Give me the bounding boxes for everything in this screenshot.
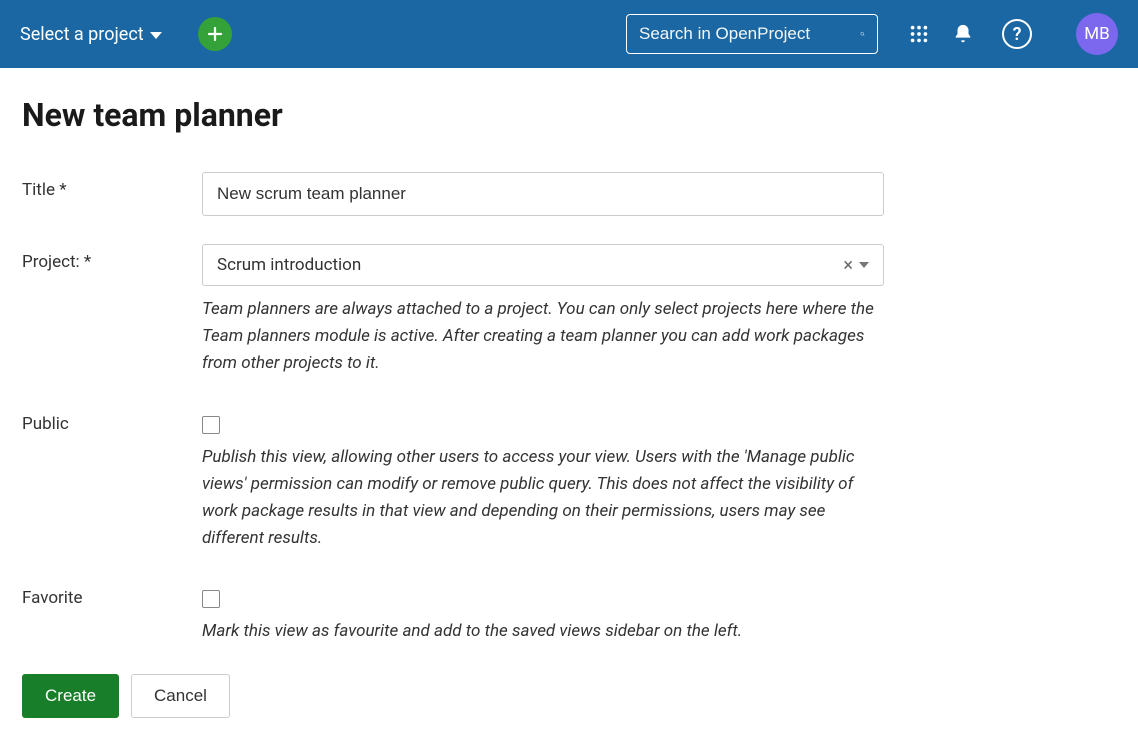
title-input[interactable]: [202, 172, 884, 216]
page-title: New team planner: [22, 96, 1116, 134]
project-selector[interactable]: Select a project: [20, 24, 162, 45]
cancel-button[interactable]: Cancel: [131, 674, 230, 718]
create-button[interactable]: Create: [22, 674, 119, 718]
caret-down-icon: [150, 32, 162, 39]
form-row-project: Project: * Scrum introduction × Team pla…: [22, 244, 1116, 378]
public-help-text: Publish this view, allowing other users …: [202, 444, 884, 553]
project-select-value: Scrum introduction: [217, 255, 837, 275]
form-row-title: Title *: [22, 172, 1116, 216]
button-row: Create Cancel: [22, 674, 1116, 718]
project-help-text: Team planners are always attached to a p…: [202, 296, 884, 378]
favorite-checkbox[interactable]: [202, 590, 220, 608]
avatar-initials: MB: [1084, 24, 1109, 44]
notifications-button[interactable]: [952, 23, 974, 45]
chevron-down-icon: [859, 262, 869, 268]
search-icon: [860, 24, 865, 44]
modules-button[interactable]: [908, 23, 930, 45]
user-avatar[interactable]: MB: [1076, 13, 1118, 55]
add-button[interactable]: [198, 17, 232, 51]
search-box[interactable]: [626, 14, 878, 54]
form-row-favorite: Favorite Mark this view as favourite and…: [22, 580, 1116, 645]
title-label: Title *: [22, 172, 202, 200]
project-label: Project: *: [22, 244, 202, 272]
search-input[interactable]: [639, 24, 860, 44]
top-bar: Select a project ? MB: [0, 0, 1138, 68]
plus-icon: [206, 25, 224, 43]
main-content: New team planner Title * Project: * Scru…: [0, 68, 1138, 746]
favorite-help-text: Mark this view as favourite and add to t…: [202, 618, 884, 645]
grid-icon: [908, 23, 930, 45]
public-label: Public: [22, 406, 202, 434]
project-select[interactable]: Scrum introduction ×: [202, 244, 884, 286]
form-row-public: Public Publish this view, allowing other…: [22, 406, 1116, 553]
project-selector-label: Select a project: [20, 24, 144, 45]
help-icon: ?: [1002, 19, 1032, 49]
public-checkbox[interactable]: [202, 416, 220, 434]
clear-icon[interactable]: ×: [837, 255, 859, 276]
favorite-label: Favorite: [22, 580, 202, 608]
help-button[interactable]: ?: [1002, 19, 1032, 49]
bell-icon: [952, 23, 974, 45]
